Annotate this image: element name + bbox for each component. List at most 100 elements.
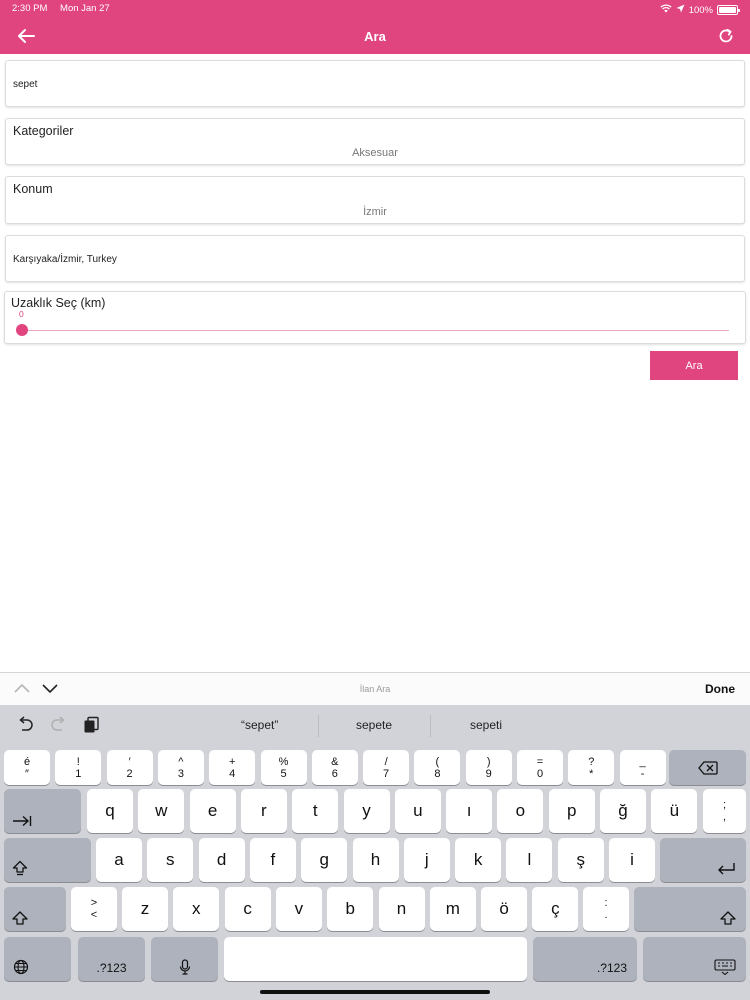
refresh-button[interactable] bbox=[714, 24, 738, 48]
letter-key-r[interactable]: r bbox=[240, 789, 287, 833]
category-select[interactable]: Kategoriler Aksesuar bbox=[5, 118, 745, 165]
tab-key[interactable] bbox=[4, 789, 81, 833]
letter-key-ı[interactable]: ı bbox=[446, 789, 493, 833]
letter-key-l[interactable]: l bbox=[506, 838, 553, 882]
key-shift-char: ? bbox=[588, 755, 595, 768]
colon-key[interactable]: :. bbox=[583, 887, 629, 931]
letter-key-d[interactable]: d bbox=[198, 838, 245, 882]
number-row-key[interactable]: ^ 3 bbox=[157, 750, 204, 785]
done-button[interactable]: Done bbox=[705, 682, 735, 696]
letter-key-p[interactable]: p bbox=[548, 789, 595, 833]
letter-key-f[interactable]: f bbox=[249, 838, 296, 882]
arrow-left-icon bbox=[18, 29, 35, 43]
delete-key[interactable] bbox=[669, 750, 746, 785]
letter-key-s[interactable]: s bbox=[147, 838, 194, 882]
number-row-key[interactable]: = 0 bbox=[517, 750, 563, 785]
letter-key-a[interactable]: a bbox=[96, 838, 142, 882]
suggestion-2[interactable]: sepete bbox=[356, 718, 392, 732]
letter-key-ç[interactable]: ç bbox=[532, 887, 579, 931]
letter-key-k[interactable]: k bbox=[455, 838, 502, 882]
number-row-key[interactable]: ? * bbox=[568, 750, 615, 785]
search-input[interactable]: sepet bbox=[5, 60, 745, 107]
number-row-key[interactable]: +4 bbox=[209, 750, 256, 785]
letter-key-ö[interactable]: ö bbox=[481, 887, 528, 931]
key-shift-char: & bbox=[331, 755, 339, 768]
letter-key-w[interactable]: w bbox=[138, 789, 185, 833]
space-key[interactable] bbox=[224, 937, 527, 981]
distance-value: 0 bbox=[19, 309, 24, 319]
numbers-key-left[interactable]: .?123 bbox=[78, 937, 145, 981]
key-char: , bbox=[722, 811, 727, 823]
undo-icon[interactable] bbox=[16, 716, 34, 737]
letter-key-e[interactable]: e bbox=[189, 789, 236, 833]
numbers-key-right[interactable]: .?123 bbox=[533, 937, 637, 981]
location-value: İzmir bbox=[363, 206, 387, 218]
key-char: ″ bbox=[25, 767, 29, 780]
distance-slider-track[interactable] bbox=[21, 330, 729, 331]
letter-key-y[interactable]: y bbox=[343, 789, 390, 833]
number-row-key[interactable]: (8 bbox=[414, 750, 461, 785]
semicolon-key[interactable]: ;, bbox=[703, 789, 746, 833]
letter-key-z[interactable]: z bbox=[122, 887, 168, 931]
number-row-key[interactable]: ! 1 bbox=[55, 750, 102, 785]
shift-right-key[interactable] bbox=[634, 887, 746, 931]
key-shift-char: ^ bbox=[178, 755, 184, 768]
letter-key-m[interactable]: m bbox=[429, 887, 476, 931]
return-key[interactable] bbox=[660, 838, 746, 882]
letter-key-ğ[interactable]: ğ bbox=[600, 789, 646, 833]
status-date: Mon Jan 27 bbox=[60, 3, 110, 14]
key-char: 1 bbox=[75, 767, 82, 780]
battery-icon bbox=[717, 5, 740, 15]
caps-lock-key[interactable] bbox=[4, 838, 91, 882]
location-label: Konum bbox=[13, 182, 53, 196]
letter-key-ş[interactable]: ş bbox=[557, 838, 604, 882]
tab-icon bbox=[13, 815, 32, 827]
letter-key-u[interactable]: u bbox=[394, 789, 441, 833]
back-button[interactable] bbox=[14, 24, 38, 48]
letter-key-o[interactable]: o bbox=[497, 789, 544, 833]
letter-key-n[interactable]: n bbox=[378, 887, 425, 931]
dictation-key[interactable] bbox=[151, 937, 218, 981]
page-title: Ara bbox=[364, 28, 386, 44]
suggestion-3[interactable]: sepeti bbox=[470, 718, 502, 732]
number-row-key[interactable]: é ″ bbox=[4, 750, 50, 785]
key-char: 7 bbox=[383, 767, 390, 780]
suggestion-divider bbox=[430, 715, 431, 737]
location-arrow-icon bbox=[676, 4, 685, 16]
search-button[interactable]: Ara bbox=[650, 351, 738, 380]
letter-key-b[interactable]: b bbox=[327, 887, 374, 931]
keyboard-accessory-bar: İlan Ara Done bbox=[0, 672, 750, 705]
redo-icon[interactable] bbox=[50, 716, 68, 737]
letter-key-v[interactable]: v bbox=[275, 887, 322, 931]
category-label: Kategoriler bbox=[13, 124, 74, 138]
paste-icon[interactable] bbox=[82, 716, 100, 739]
address-value: Karşıyaka/İzmir, Turkey bbox=[13, 254, 117, 265]
letter-key-ü[interactable]: ü bbox=[651, 789, 698, 833]
address-field[interactable]: Karşıyaka/İzmir, Turkey bbox=[5, 235, 745, 282]
number-row-key[interactable]: ) 9 bbox=[465, 750, 512, 785]
letter-key-t[interactable]: t bbox=[292, 789, 339, 833]
globe-key[interactable] bbox=[4, 937, 71, 981]
suggestion-1[interactable]: “sepet” bbox=[241, 718, 278, 732]
distance-slider-card: Uzaklık Seç (km) 0 bbox=[4, 291, 746, 344]
location-select[interactable]: Konum İzmir bbox=[5, 176, 745, 224]
letter-key-x[interactable]: x bbox=[173, 887, 220, 931]
letter-key-q[interactable]: q bbox=[87, 789, 133, 833]
number-row-key[interactable]: /7 bbox=[363, 750, 410, 785]
number-row-key[interactable]: % 5 bbox=[260, 750, 307, 785]
number-row-key[interactable]: _ - bbox=[619, 750, 666, 785]
letter-key-h[interactable]: h bbox=[352, 838, 399, 882]
search-input-value: sepet bbox=[13, 79, 38, 90]
key-shift-char: > bbox=[90, 897, 98, 909]
letter-key-c[interactable]: c bbox=[224, 887, 271, 931]
number-row-key[interactable]: & 6 bbox=[311, 750, 358, 785]
letter-key-i[interactable]: i bbox=[609, 838, 655, 882]
letter-key-j[interactable]: j bbox=[403, 838, 450, 882]
angle-bracket-key[interactable]: > < bbox=[71, 887, 117, 931]
distance-slider-thumb[interactable] bbox=[16, 324, 28, 336]
number-row-key[interactable]: ′ 2 bbox=[106, 750, 153, 785]
letter-key-g[interactable]: g bbox=[301, 838, 348, 882]
dismiss-keyboard-key[interactable] bbox=[643, 937, 746, 981]
keyboard: “sepet” sepete sepeti .?123 .?123 é ″! 1 ′ 2… bbox=[0, 705, 750, 1000]
shift-left-key[interactable] bbox=[4, 887, 66, 931]
